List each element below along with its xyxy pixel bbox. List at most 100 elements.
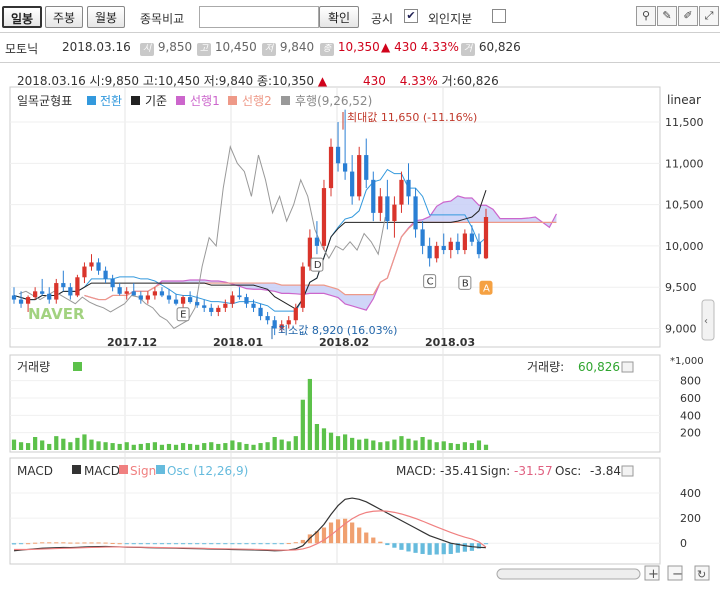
volume-bar xyxy=(195,444,200,450)
volume-bar xyxy=(483,444,489,450)
volume-close-icon[interactable] xyxy=(621,361,634,373)
candle-body xyxy=(110,278,115,288)
volume-value-label: 거래량: xyxy=(527,360,564,374)
volume-value: 60,826 xyxy=(578,360,620,374)
legend-lead1: 선행1 xyxy=(190,93,220,108)
volume-y-tick: 800 xyxy=(680,375,701,388)
horizontal-scrollbar[interactable] xyxy=(496,568,641,580)
oscillator-bar xyxy=(75,542,80,544)
candle-body xyxy=(202,305,207,308)
volume-bar xyxy=(131,444,136,450)
oscillator-bar xyxy=(279,543,284,545)
volume-bar xyxy=(357,439,362,450)
macd-legend-osc: Osc (12,26,9) xyxy=(167,464,248,478)
oscillator-bar xyxy=(82,542,87,544)
oscillator-bar xyxy=(427,543,432,555)
candle-body xyxy=(75,277,80,296)
volume-bar xyxy=(350,437,355,450)
volume-bar xyxy=(202,443,207,450)
candle-body xyxy=(33,291,38,298)
oscillator-bar xyxy=(364,532,369,544)
scale-label[interactable]: linear xyxy=(667,93,701,107)
macd-y-tick: 0 xyxy=(680,537,687,550)
volume-bar xyxy=(385,441,390,450)
volume-bar xyxy=(476,440,482,450)
candle-body xyxy=(237,295,242,298)
candle-body xyxy=(420,229,425,246)
oscillator-bar xyxy=(131,543,136,545)
x-tick-label: 2018.02 xyxy=(319,336,369,349)
price-y-tick: 11,500 xyxy=(665,116,704,129)
candle-body xyxy=(251,303,256,308)
volume-bar xyxy=(216,443,221,450)
volume-bar xyxy=(279,439,284,450)
candle-body xyxy=(434,245,439,259)
candle-body xyxy=(399,179,404,205)
candle-body xyxy=(314,237,320,246)
oscillator-bar xyxy=(195,543,200,545)
oscillator-bar xyxy=(406,543,411,552)
candle-body xyxy=(321,188,327,246)
oscillator-bar xyxy=(258,543,263,545)
oscillator-bar xyxy=(272,543,277,545)
stock-chart[interactable]: 2017.12 2018.01 2018.02 2018.03 11,500 11,000… xyxy=(0,0,720,591)
oscillator-bar xyxy=(11,543,17,545)
volume-bar xyxy=(237,442,242,450)
volume-bar xyxy=(180,443,186,450)
event-marker-label: A xyxy=(483,283,490,294)
candle-body xyxy=(244,297,249,304)
volume-bar xyxy=(272,437,277,450)
volume-bar xyxy=(138,443,143,450)
candle-body xyxy=(427,245,432,259)
side-panel-toggle-glyph: ‹ xyxy=(704,316,708,327)
candle-body xyxy=(103,270,108,279)
oscillator-bar xyxy=(420,543,425,554)
volume-legend-swatch xyxy=(73,362,82,371)
candle-body xyxy=(364,155,369,180)
candle-body xyxy=(483,217,489,259)
volume-bar xyxy=(371,440,376,450)
candle-body xyxy=(89,262,94,267)
macd-legend-sign: Sign xyxy=(130,464,156,478)
macd-legend-swatch xyxy=(72,465,81,474)
legend-swatch-conversion xyxy=(87,96,96,105)
volume-bar xyxy=(392,439,397,450)
volume-bar xyxy=(469,443,475,450)
candle-body xyxy=(335,146,341,164)
volume-bar xyxy=(82,434,87,450)
volume-bar xyxy=(427,439,432,450)
volume-bar xyxy=(364,438,369,450)
oscillator-bar xyxy=(188,543,193,545)
legend-swatch-lead1 xyxy=(176,96,185,105)
volume-y-tick: 200 xyxy=(680,427,701,440)
volume-bar xyxy=(342,434,348,450)
volume-bar xyxy=(40,440,45,450)
legend-swatch-base xyxy=(131,96,140,105)
candle-body xyxy=(455,241,460,251)
oscillator-bar xyxy=(180,543,186,545)
candle-body xyxy=(265,316,270,321)
volume-bar xyxy=(47,443,52,450)
volume-bar xyxy=(335,436,341,450)
oscillator-bar xyxy=(209,543,214,545)
legend-lead2: 선행2 xyxy=(242,93,272,108)
price-y-tick: 9,000 xyxy=(665,322,697,335)
candle-body xyxy=(11,295,17,300)
candle-body xyxy=(47,293,52,300)
volume-bar xyxy=(61,438,66,450)
candle-body xyxy=(293,307,298,321)
candle-body xyxy=(342,163,348,172)
volume-bar xyxy=(307,378,312,450)
macd-close-icon[interactable] xyxy=(621,465,634,477)
volume-bar xyxy=(300,399,305,450)
volume-bar xyxy=(328,432,334,450)
volume-bar xyxy=(188,443,193,450)
volume-bar xyxy=(152,442,158,450)
legend-base: 기준 xyxy=(145,94,167,108)
candle-body xyxy=(166,295,172,300)
legend-lagging: 후행(9,26,52) xyxy=(295,93,372,108)
macd-legend-macd: MACD xyxy=(84,464,120,478)
oscillator-bar xyxy=(286,543,291,545)
candle-body xyxy=(392,204,397,222)
volume-unit: *1,000 xyxy=(670,356,704,367)
